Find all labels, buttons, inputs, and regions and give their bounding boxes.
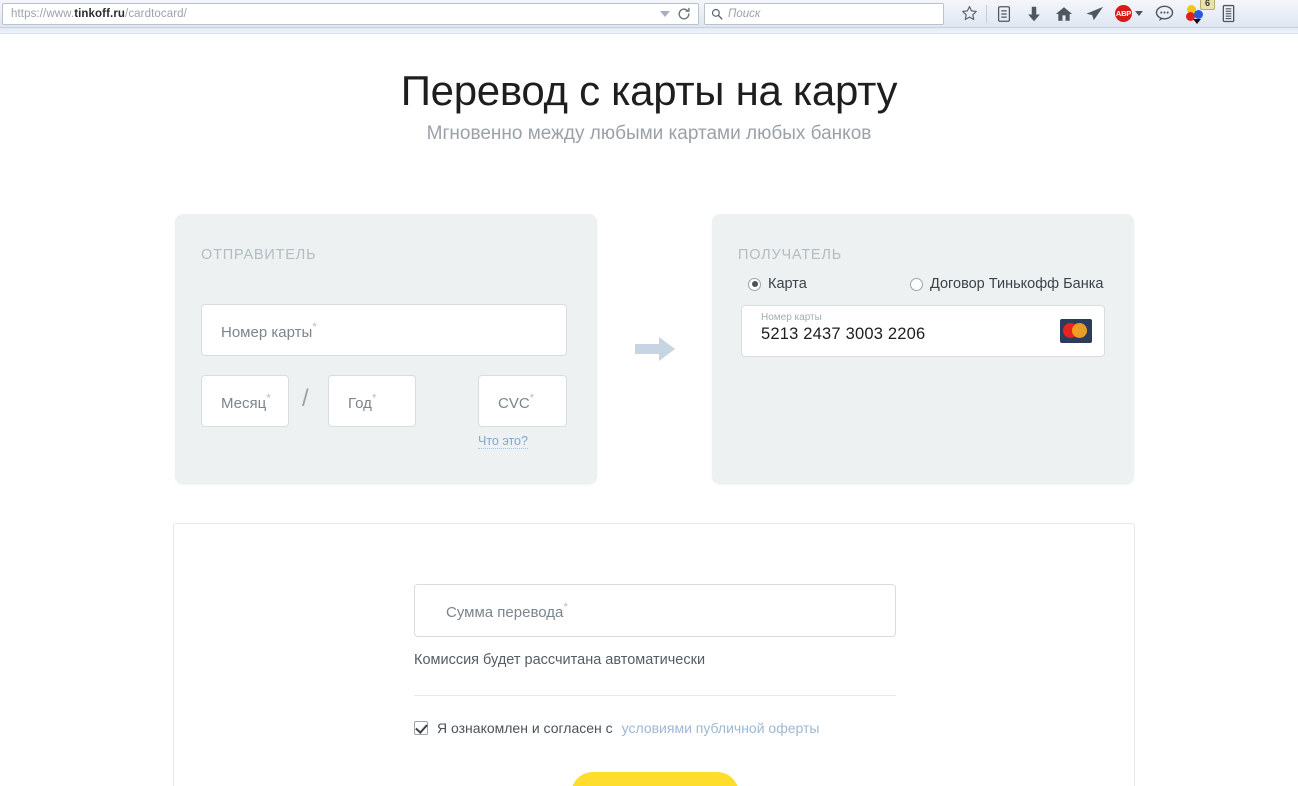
sender-month-placeholder: Месяц (221, 395, 266, 412)
amount-placeholder: Сумма перевода (446, 604, 563, 621)
agreement-checkbox[interactable] (414, 721, 428, 735)
adblock-badge: ABP (1115, 5, 1132, 22)
recipient-option-card-label: Карта (768, 276, 807, 292)
address-bar-text: https://www.tinkoff.ru/cardtocard/ (11, 8, 658, 20)
sender-card: ОТПРАВИТЕЛЬ Номер карты* Месяц* / Год* C… (175, 214, 597, 484)
search-input[interactable]: Поиск (704, 3, 944, 25)
amount-input[interactable]: Сумма перевода* (414, 584, 896, 637)
page-title: Перевод с карты на карту (0, 34, 1298, 115)
sender-section-label: ОТПРАВИТЕЛЬ (201, 247, 316, 263)
recipient-card: ПОЛУЧАТЕЛЬ Карта Договор Тинькофф Банка … (712, 214, 1134, 484)
public-offer-link[interactable]: условиями публичной оферты (622, 720, 820, 736)
page-subtitle: Мгновенно между любыми картами любых бан… (0, 123, 1298, 145)
fee-note: Комиссия будет рассчитана автоматически (414, 652, 705, 668)
download-icon[interactable] (1019, 1, 1049, 27)
required-mark: * (530, 391, 535, 405)
sender-year-input[interactable]: Год* (328, 375, 416, 427)
agreement-text: Я ознакомлен и согласен с (437, 720, 613, 736)
browser-toolbar: https://www.tinkoff.ru/cardtocard/ Поиск (0, 0, 1298, 28)
section-divider (414, 695, 896, 696)
required-mark: * (312, 320, 317, 334)
star-icon[interactable] (954, 1, 984, 27)
reload-icon[interactable] (674, 3, 694, 25)
what-is-this-link[interactable]: Что это? (478, 434, 528, 449)
sender-cvc-input[interactable]: CVC* (478, 375, 567, 427)
sender-cvc-placeholder: CVC (498, 395, 530, 412)
chevron-down-icon[interactable] (1135, 11, 1143, 16)
sender-card-number-input[interactable]: Номер карты* (201, 304, 567, 356)
required-mark: * (266, 391, 271, 405)
address-bar[interactable]: https://www.tinkoff.ru/cardtocard/ (2, 3, 699, 25)
recipient-option-card[interactable]: Карта (748, 276, 807, 292)
chat-bubble-icon[interactable] (1149, 1, 1179, 27)
search-placeholder: Поиск (728, 8, 760, 20)
page-content: Перевод с карты на карту Мгновенно между… (0, 34, 1298, 786)
reader-list-icon[interactable] (989, 1, 1019, 27)
required-mark: * (372, 391, 377, 405)
radio-selected-icon (748, 278, 761, 291)
recipient-option-contract-label: Договор Тинькофф Банка (930, 276, 1103, 292)
recipient-option-contract[interactable]: Договор Тинькофф Банка (910, 276, 1103, 292)
sender-year-placeholder: Год (348, 395, 372, 412)
address-dropdown-icon[interactable] (658, 7, 672, 21)
radio-unselected-icon (910, 278, 923, 291)
date-separator: / (302, 385, 309, 413)
sender-month-input[interactable]: Месяц* (201, 375, 289, 427)
transfer-arrow-icon (633, 334, 677, 364)
transfer-cards-row: ОТПРАВИТЕЛЬ Номер карты* Месяц* / Год* C… (0, 214, 1298, 484)
agreement-row: Я ознакомлен и согласен с условиями публ… (414, 720, 819, 736)
recipient-card-number-value: 5213 2437 3003 2206 (761, 325, 925, 344)
colored-dots-icon[interactable]: 6 (1179, 1, 1213, 27)
recipient-card-number-input[interactable]: Номер карты 5213 2437 3003 2206 (741, 305, 1105, 357)
recipient-card-number-label: Номер карты (761, 312, 822, 323)
paper-plane-icon[interactable] (1079, 1, 1109, 27)
submit-transfer-button[interactable]: Перевести (571, 772, 739, 786)
sender-card-number-placeholder: Номер карты (221, 324, 312, 341)
recipient-section-label: ПОЛУЧАТЕЛЬ (738, 247, 842, 263)
notes-icon[interactable] (1213, 1, 1243, 27)
toolbar-divider (986, 5, 987, 23)
toolbar-icon-group: ABP 6 (954, 1, 1243, 27)
required-mark: * (563, 600, 568, 614)
recipient-type-radio-group: Карта Договор Тинькофф Банка (740, 276, 1120, 298)
transfer-details-panel: Сумма перевода* Комиссия будет рассчитан… (173, 523, 1135, 786)
mastercard-logo-icon (1060, 319, 1092, 343)
search-icon (711, 8, 723, 20)
adblock-plus-icon[interactable]: ABP (1109, 1, 1149, 27)
home-icon[interactable] (1049, 1, 1079, 27)
